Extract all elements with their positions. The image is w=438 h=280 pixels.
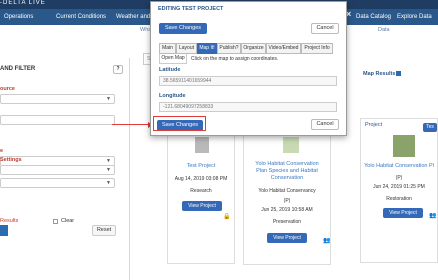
tab-publish[interactable]: Publish? <box>217 43 241 54</box>
tab-main[interactable]: Main <box>159 43 176 54</box>
nav-current-conditions[interactable]: Current Conditions <box>56 9 106 25</box>
project-role: (P) <box>283 198 291 204</box>
nav-operations[interactable]: Operations <box>4 9 33 25</box>
nav-explore-data[interactable]: Explore Data <box>397 9 432 25</box>
project-thumbnail <box>195 137 209 153</box>
project-thumbnail <box>393 135 415 157</box>
settings-select[interactable]: ▼ <box>0 165 115 175</box>
lock-icon: 🔒 <box>223 214 231 220</box>
clear-checkbox[interactable] <box>53 219 58 224</box>
project-title[interactable]: Yolo Habitat Conservation Pl <box>361 163 437 170</box>
map-hint: Click on the map to assign coordinates. <box>191 56 279 62</box>
tab-project-info[interactable]: Project Info <box>301 43 333 54</box>
project-card: Test Project Aug 14, 2019 03:08 PM Resea… <box>167 130 235 264</box>
longitude-field[interactable]: -121.68049097258833 <box>159 102 337 112</box>
project-card: Yolo Habitat Conservation Plan Species a… <box>243 130 331 265</box>
results-label: Results <box>0 218 19 224</box>
reset-button[interactable]: Reset <box>92 225 116 236</box>
source-label: ource <box>0 86 15 92</box>
project-tag[interactable]: Tes <box>423 123 437 132</box>
view-project-button[interactable]: View Project <box>182 201 222 211</box>
type-label: e <box>0 148 4 154</box>
latitude-field[interactable]: 38.565911401659944 <box>159 76 337 86</box>
tab-organize[interactable]: Organize <box>241 43 266 54</box>
project-date: Jun 24, 2019 01:25 PM <box>373 184 425 190</box>
nav-data-catalog[interactable]: Data Catalog <box>356 9 391 25</box>
filter-title: AND FILTER <box>0 66 36 72</box>
cancel-button-bottom[interactable]: Cancel <box>311 119 339 130</box>
tab-layout[interactable]: Layout <box>176 43 197 54</box>
apply-button[interactable] <box>0 225 8 236</box>
modal-title: EDITING TEST PROJECT <box>158 6 224 12</box>
people-icon: 👥 <box>323 238 331 244</box>
project-category: Research <box>190 188 212 194</box>
cancel-button-top[interactable]: Cancel <box>311 23 339 34</box>
project-category: Preservation <box>272 219 302 225</box>
chevron-down-icon: ▼ <box>106 167 111 173</box>
project-org: Yolo Habitat Conservancy <box>258 188 316 194</box>
project-title[interactable]: Yolo Habitat Conservation Plan Species a… <box>244 161 330 182</box>
view-project-button[interactable]: View Project <box>267 233 307 243</box>
save-changes-button-top[interactable]: Save Changes <box>159 23 207 34</box>
subnav-data[interactable]: Data <box>378 27 390 33</box>
project-date: Jun 25, 2019 10:58 AM <box>261 207 313 213</box>
project-type: Project <box>365 122 383 128</box>
annotation-arrow <box>112 124 151 125</box>
open-map-tab[interactable]: Open Map <box>159 54 187 64</box>
secondary-select[interactable]: ▼ <box>0 178 115 188</box>
project-card: Project Tes Yolo Habitat Conservation Pl… <box>360 118 438 263</box>
map-results-toggle[interactable]: Map Results <box>363 71 402 77</box>
project-date: Aug 14, 2019 03:08 PM <box>174 176 228 182</box>
source-select[interactable]: ▼ <box>0 94 115 104</box>
people-icon: 👥 <box>429 213 437 219</box>
tab-map-it[interactable]: Map It! <box>197 43 217 54</box>
checkbox-icon <box>396 71 402 77</box>
map-results-label: Map Results <box>363 71 396 77</box>
view-project-button[interactable]: View Project <box>383 208 423 218</box>
settings-label: Settings <box>0 157 22 163</box>
clear-label: Clear <box>61 218 75 224</box>
chevron-down-icon: ▼ <box>106 158 111 164</box>
chevron-down-icon: ▼ <box>106 180 111 186</box>
search-field[interactable] <box>0 115 115 125</box>
chevron-down-icon: ▼ <box>106 96 111 102</box>
project-category: Restoration <box>386 196 412 202</box>
latitude-label: Latitude <box>159 67 181 73</box>
help-button[interactable]: ? <box>113 65 123 74</box>
annotation-highlight-box <box>153 116 206 131</box>
project-role: (P) <box>395 175 403 181</box>
project-thumbnail <box>283 137 299 153</box>
longitude-label: Longitude <box>159 93 186 99</box>
site-brand: -DELTA LIVE <box>0 0 46 6</box>
project-title[interactable]: Test Project <box>168 163 234 170</box>
tab-video-embed[interactable]: Video/Embed <box>266 43 301 54</box>
